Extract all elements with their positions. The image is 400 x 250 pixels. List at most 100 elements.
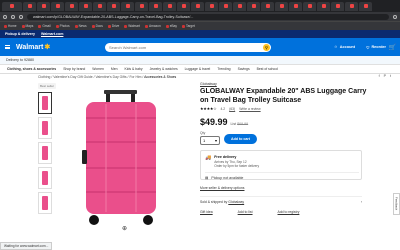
browser-tab[interactable]: [289, 1, 302, 11]
browser-tab[interactable]: [317, 1, 330, 11]
quantity-stepper[interactable]: 1 ▾: [200, 136, 220, 145]
delivery-location[interactable]: Delivery to 92880: [6, 58, 34, 62]
store-icon: ▤: [205, 176, 209, 180]
spark-icon: ✱: [44, 44, 51, 51]
browser-tab[interactable]: [163, 1, 176, 11]
forward-icon[interactable]: [11, 14, 15, 19]
review-count[interactable]: (63): [229, 107, 235, 111]
thumbnail[interactable]: [38, 192, 52, 214]
thumbnail-list: [38, 92, 54, 217]
bookmark[interactable]: Walmart: [124, 24, 140, 28]
thumbnail[interactable]: [38, 117, 52, 139]
browser-tab[interactable]: [37, 1, 50, 11]
zoom-icon[interactable]: ⊕: [122, 225, 127, 232]
browser-tab[interactable]: [149, 1, 162, 11]
browser-tab[interactable]: [107, 1, 120, 11]
bookmark[interactable]: Docs: [91, 24, 103, 28]
bookmark[interactable]: Home: [4, 24, 17, 28]
thumbnail[interactable]: [38, 142, 52, 164]
delivery-bar: Delivery to 92880: [0, 56, 400, 65]
thumbnail[interactable]: [38, 167, 52, 189]
add-to-registry-link[interactable]: Add to registry: [278, 210, 300, 214]
category-item[interactable]: Savings: [238, 67, 250, 71]
browser-tab[interactable]: [205, 1, 218, 11]
search-input[interactable]: [109, 44, 259, 50]
bookmark[interactable]: Photos: [55, 24, 70, 28]
browser-tab[interactable]: [51, 1, 64, 11]
browser-tab[interactable]: [65, 1, 78, 11]
walmart-favicon: [10, 4, 14, 8]
add-to-list-link[interactable]: Add to list: [238, 210, 253, 214]
bookmark[interactable]: Drive: [107, 24, 119, 28]
bookmark[interactable]: Target: [182, 24, 195, 28]
cart-icon[interactable]: 🛒: [389, 44, 396, 51]
browser-tab[interactable]: [79, 1, 92, 11]
seller-row: Sold & shipped by Globalway ›: [200, 196, 362, 204]
back-icon[interactable]: [3, 14, 7, 19]
browser-tab-active[interactable]: [2, 1, 22, 11]
category-item[interactable]: Best of school: [257, 67, 278, 71]
thumbnail[interactable]: [38, 92, 52, 114]
category-item[interactable]: Clothing, shoes & accessories: [7, 67, 56, 71]
rating-value: 4.2: [220, 106, 226, 111]
browser-tab[interactable]: [93, 1, 106, 11]
browser-tab[interactable]: [191, 1, 204, 11]
menu-icon[interactable]: [5, 45, 10, 49]
browser-tab[interactable]: [303, 1, 316, 11]
category-item[interactable]: Men: [111, 67, 118, 71]
twitter-icon[interactable]: t: [390, 74, 391, 78]
product-title: GLOBALWAY Expandable 20" ABS Luggage Car…: [200, 88, 367, 104]
reorder-button[interactable]: ♡ Reorder: [366, 45, 386, 50]
seller-link[interactable]: Globalway: [228, 200, 244, 204]
category-item[interactable]: Trending: [217, 67, 230, 71]
bookmark[interactable]: Gmail: [38, 24, 51, 28]
facebook-icon[interactable]: f: [379, 74, 380, 78]
bookmarks-bar: Home Maps Gmail Photos News Docs Drive W…: [0, 21, 400, 30]
account-button[interactable]: ☺ Account: [334, 45, 355, 49]
category-item[interactable]: Jewelry & watches: [150, 67, 178, 71]
walmart-com-link[interactable]: Walmart.com: [41, 32, 63, 36]
search-icon[interactable]: ⚲: [263, 43, 270, 51]
browser-tab[interactable]: [23, 1, 36, 11]
bookmark[interactable]: News: [74, 24, 87, 28]
browser-tab[interactable]: [345, 1, 358, 11]
more-options-link[interactable]: More seller & delivery options: [200, 186, 244, 190]
reload-icon[interactable]: [19, 14, 23, 19]
status-badge: Best seller: [38, 83, 57, 89]
pickup-option: ▤ Pickup not available: [205, 172, 359, 180]
browser-tab[interactable]: [121, 1, 134, 11]
browser-tab[interactable]: [177, 1, 190, 11]
browser-tab[interactable]: [135, 1, 148, 11]
pickup-delivery-link[interactable]: Pickup & delivery: [5, 32, 35, 36]
browser-tab[interactable]: [233, 1, 246, 11]
bookmark[interactable]: Amazon: [145, 24, 161, 28]
browser-tab[interactable]: [275, 1, 288, 11]
feedback-tab[interactable]: Feedback: [393, 193, 400, 215]
search-box: ⚲: [105, 42, 271, 52]
gift-link[interactable]: Gift idea: [200, 210, 213, 214]
browser-tab[interactable]: [359, 1, 372, 11]
category-item[interactable]: Shop by brand: [63, 67, 85, 71]
product-image[interactable]: [76, 90, 166, 230]
order-within: Order by 5pm for faster delivery: [214, 164, 260, 168]
browser-tab[interactable]: [247, 1, 260, 11]
breadcrumb-path[interactable]: Clothing / Valentine's Day Gift Guide / …: [38, 75, 144, 79]
shipping-option[interactable]: 🚚 Free delivery Arrives by Thu, Sep 12 O…: [205, 155, 259, 168]
add-to-cart-button[interactable]: Add to cart: [224, 134, 257, 144]
category-item[interactable]: Women: [92, 67, 104, 71]
browser-tab[interactable]: [219, 1, 232, 11]
share-row: f P t: [379, 74, 391, 78]
browser-tab[interactable]: [261, 1, 274, 11]
profile-icon[interactable]: [393, 14, 397, 19]
category-item[interactable]: Luggage & travel: [185, 67, 211, 71]
walmart-logo[interactable]: Walmart ✱: [16, 43, 51, 52]
bookmark[interactable]: eBay: [165, 24, 177, 28]
pinterest-icon[interactable]: P: [384, 74, 386, 78]
brand-link[interactable]: Globalway: [200, 82, 217, 86]
bookmark[interactable]: Maps: [21, 24, 33, 28]
url-bar[interactable]: walmart.com/ip/GLOBALWAY-Expandable-20-A…: [27, 13, 389, 20]
breadcrumb-current[interactable]: Accessories & Shoes: [144, 75, 176, 79]
write-review-link[interactable]: Write a review: [239, 107, 260, 111]
category-item[interactable]: Kids & baby: [124, 67, 142, 71]
browser-tab[interactable]: [331, 1, 344, 11]
